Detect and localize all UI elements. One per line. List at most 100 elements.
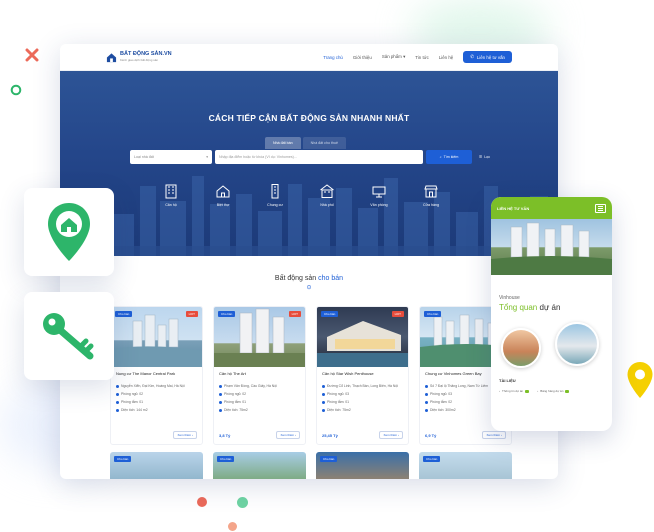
more-label: Xem thêm [177, 433, 192, 437]
city-skyline-image [60, 176, 558, 256]
shop-icon [424, 185, 438, 198]
bedrooms: Phòng ngủ: 02 [121, 392, 144, 396]
filter-button[interactable]: ☰ Lọc [479, 155, 490, 159]
bed-icon [322, 392, 325, 396]
card-footer: 3,8 Tỷ Xem thêm › [219, 431, 300, 439]
property-type-select[interactable]: Loại nhà đất ▾ [130, 150, 212, 164]
category-villa[interactable]: Biệt thự [207, 183, 239, 207]
location-icon [425, 384, 428, 388]
for-sale-badge: Cho bán [320, 456, 338, 462]
mobile-contact-link[interactable]: LIÊN HỆ TƯ VẤN [497, 206, 529, 211]
area-icon [425, 408, 428, 412]
arrow-icon: › [537, 389, 539, 393]
bath-icon [116, 400, 119, 404]
search-placeholder: Nhập địa điểm hoặc từ khóa (VI dụ: Vinho… [219, 155, 297, 159]
overview-title-rest: dự án [537, 303, 561, 312]
area: Diện tích: 75m2 [224, 408, 248, 412]
bathroom-row: Phòng tắm: 01 [322, 400, 403, 404]
showcase-stage: BẤT ĐỘNG SẢN.VN Kênh giao dịch bất động s… [0, 0, 654, 532]
hot-badge: HOT [185, 311, 198, 317]
more-label: Xem thêm [486, 433, 501, 437]
tab-for-rent[interactable]: Nhà đất cho thuê [302, 137, 346, 149]
search-bar: Loại nhà đất ▾ Nhập địa điểm hoặc từ khóa… [130, 150, 490, 164]
property-name: Căn hộ Star Wish Penthouse [322, 371, 374, 376]
overview-title: Tổng quan dự án [491, 303, 612, 312]
contact-consult-button[interactable]: ✆ Liên hệ tư vấn [463, 51, 512, 63]
more-button[interactable]: Xem thêm › [276, 431, 300, 439]
bathrooms: Phòng tắm: 01 [327, 400, 350, 404]
address-row: Phạm Văn Đồng, Cầu Giấy, Hà Nội [219, 384, 300, 388]
category-label: Biệt thự [216, 203, 230, 207]
property-card[interactable]: Cho bán HOT Căn hộ The Art Phạm Văn Đồng… [213, 306, 306, 445]
filter-label: Lọc [484, 155, 490, 159]
category-condo[interactable]: Chung cư [259, 183, 291, 207]
key-tile [24, 292, 114, 380]
property-name: Căn hộ The Art [219, 371, 246, 376]
price: 3,8 Tỷ [219, 432, 231, 438]
category-shop[interactable]: Cửa hàng [415, 183, 447, 207]
logo[interactable]: BẤT ĐỘNG SẢN.VN Kênh giao dịch bất động s… [106, 51, 172, 63]
hero-title: CÁCH TIẾP CẬN BẤT ĐỘNG SẢN NHANH NHẤT [208, 113, 410, 123]
property-card[interactable]: Cho bán HOT Căn hộ Star Wish Penthouse Đ… [316, 306, 409, 445]
nav-item-contact[interactable]: Liên hệ [439, 55, 453, 60]
category-label: Nhà phố [320, 203, 334, 207]
category-apartment[interactable]: Căn hộ [155, 183, 187, 207]
card-footer: 25,45 Tỷ Xem thêm › [322, 431, 403, 439]
doc-link-label: Bảng hàng dự án [540, 389, 564, 393]
card-body: Căn hộ Star Wish Penthouse Đường Cổ Linh… [317, 367, 408, 420]
area-icon [322, 408, 325, 412]
more-button[interactable]: Xem thêm › [173, 431, 197, 439]
more-label: Xem thêm [280, 433, 295, 437]
nav-item-about[interactable]: Giới thiệu [353, 55, 372, 60]
brand-name: BẤT ĐỘNG SẢN.VN Kênh giao dịch bất động s… [120, 51, 172, 62]
top-nav: BẤT ĐỘNG SẢN.VN Kênh giao dịch bất động s… [60, 44, 558, 71]
category-office[interactable]: Văn phòng [363, 183, 395, 207]
bed-icon [116, 392, 119, 396]
project-name: Vinhouse [499, 295, 520, 301]
tower-icon [271, 184, 279, 199]
project-illustration [491, 222, 612, 275]
search-button-label: Tìm kiếm [443, 155, 459, 159]
property-card[interactable]: Cho bán HOT Nung cư The Manor Central Pa… [110, 306, 203, 445]
bathrooms: Phòng tắm: 01 [224, 400, 247, 404]
nav-item-news[interactable]: Tin tức [415, 55, 429, 60]
for-sale-badge: Cho bán [321, 311, 339, 317]
property-card-partial[interactable]: Cho bán [110, 452, 203, 479]
cta-label: Liên hệ tư vấn [476, 54, 505, 60]
property-card-partial[interactable]: Cho bán [419, 452, 512, 479]
home-pin-tile [24, 188, 114, 276]
property-card-partial[interactable]: Cho bán [316, 452, 409, 479]
category-townhouse[interactable]: Nhà phố [311, 183, 343, 207]
search-button[interactable]: ⌕ Tìm kiếm [425, 150, 472, 164]
bedrooms: Phòng ngủ: 03 [327, 392, 350, 396]
area-row: Diện tích: 75m2 [322, 408, 403, 412]
bath-icon [425, 400, 428, 404]
property-address: Phạm Văn Đồng, Cầu Giấy, Hà Nội [224, 384, 277, 388]
mobile-mockup: LIÊN HỆ TƯ VẤN Vinhouse Tổng quan dự án … [491, 197, 612, 431]
home-location-pin-icon [48, 203, 90, 261]
tab-for-sale[interactable]: Nhà đất bán [265, 137, 301, 149]
pin-icon: ⊙ [306, 285, 312, 291]
doc-link-project-info[interactable]: › Thông tin dự án [499, 389, 530, 393]
listing-tabs: Nhà đất bán Nhà đất cho thuê [265, 137, 346, 149]
bed-icon [219, 392, 222, 396]
nav-item-products[interactable]: Sản phẩm ▾ [382, 54, 405, 60]
card-footer: Xem thêm › [116, 431, 197, 439]
more-button[interactable]: Xem thêm › [379, 431, 403, 439]
building-icon [165, 184, 177, 199]
search-input[interactable]: Nhập địa điểm hoặc từ khóa (VI dụ: Vinho… [215, 150, 423, 164]
doc-link-price-list[interactable]: › Bảng hàng dự án [537, 389, 570, 393]
property-card-partial[interactable]: Cho bán [213, 452, 306, 479]
location-icon [322, 384, 325, 388]
for-sale-badge: Cho bán [423, 456, 441, 462]
nav-item-home[interactable]: Trang chủ [323, 55, 343, 60]
document-links: › Thông tin dự án › Bảng hàng dự án [491, 389, 612, 393]
hamburger-menu-icon[interactable] [595, 203, 606, 213]
category-label: Văn phòng [370, 203, 388, 207]
address-row: Đường Cổ Linh, Thạch Bàn, Long Biên, Hà … [322, 384, 403, 388]
bedrooms: Phòng ngủ: 03 [430, 392, 453, 396]
bathrooms: Phòng tắm: 01 [121, 400, 144, 404]
brand-tagline: Kênh giao dịch bất động sản [120, 58, 159, 62]
more-button[interactable]: Xem thêm › [482, 431, 506, 439]
property-address: Đường Cổ Linh, Thạch Bàn, Long Biên, Hà … [327, 384, 398, 388]
